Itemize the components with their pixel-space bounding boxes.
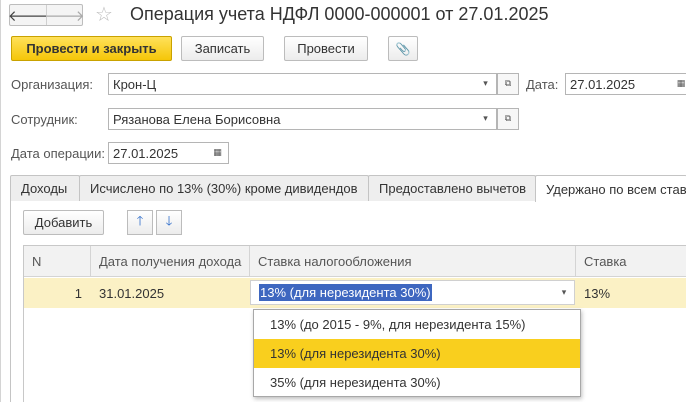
date-label: Дата: bbox=[526, 77, 559, 92]
operation-date-label: Дата операции: bbox=[11, 146, 105, 161]
employee-open-icon[interactable]: ⧉ bbox=[497, 108, 519, 130]
tab-withheld[interactable]: Удержано по всем ставкам bbox=[535, 175, 686, 202]
back-arrow-icon[interactable]: 🡐 bbox=[8, 5, 48, 25]
favorite-star-icon[interactable]: ☆ bbox=[95, 2, 113, 26]
operation-date-field[interactable]: 27.01.2025 bbox=[108, 142, 208, 164]
tax-rate-dropdown-icon[interactable]: ▾ bbox=[552, 280, 576, 305]
row-income-date[interactable]: 31.01.2025 bbox=[99, 278, 164, 308]
add-button[interactable]: Добавить bbox=[23, 210, 104, 235]
row-rate[interactable]: 13% bbox=[584, 278, 610, 308]
tab-income[interactable]: Доходы bbox=[10, 175, 80, 201]
operation-date-calendar-icon[interactable]: ▦ bbox=[207, 142, 229, 164]
dropdown-option[interactable]: 35% (для нерезидента 30%) bbox=[254, 368, 580, 397]
page-title: Операция учета НДФЛ 0000-000001 от 27.01… bbox=[130, 4, 549, 24]
employee-label: Сотрудник: bbox=[11, 112, 78, 127]
column-header-n[interactable]: N bbox=[24, 246, 91, 277]
move-down-icon[interactable]: 🡓 bbox=[156, 210, 182, 235]
tax-rate-type-value: 13% (для нерезидента 30%) bbox=[259, 284, 432, 301]
post-button[interactable]: Провести bbox=[284, 36, 368, 61]
tax-rate-dropdown-list: 13% (до 2015 - 9%, для нерезидента 15%) … bbox=[253, 309, 581, 397]
document-window: 🡐 🡒 ☆ Операция учета НДФЛ 0000-000001 от… bbox=[0, 0, 686, 402]
table-header: N Дата получения дохода Ставка налогообл… bbox=[24, 246, 686, 277]
tab-deductions[interactable]: Предоставлено вычетов bbox=[368, 175, 536, 201]
column-header-tax-rate-type[interactable]: Ставка налогообложения bbox=[250, 246, 576, 277]
organization-field[interactable]: Крон-Ц bbox=[108, 73, 476, 95]
post-and-close-button[interactable]: Провести и закрыть bbox=[11, 36, 172, 61]
save-button[interactable]: Записать bbox=[181, 36, 264, 61]
column-header-rate[interactable]: Ставка bbox=[576, 246, 686, 277]
organization-label: Организация: bbox=[11, 77, 94, 92]
navigation-group: 🡐 🡒 bbox=[8, 4, 85, 26]
forward-arrow-icon[interactable]: 🡒 bbox=[44, 5, 85, 25]
dropdown-option[interactable]: 13% (до 2015 - 9%, для нерезидента 15%) bbox=[254, 310, 580, 339]
date-field[interactable]: 27.01.2025 bbox=[565, 73, 677, 95]
attach-icon[interactable]: 📎 bbox=[388, 36, 418, 61]
move-up-icon[interactable]: 🡑 bbox=[127, 210, 153, 235]
tab-bar: Доходы Исчислено по 13% (30%) кроме диви… bbox=[10, 175, 686, 202]
dropdown-option-selected[interactable]: 13% (для нерезидента 30%) bbox=[254, 339, 580, 368]
organization-dropdown-icon[interactable]: ▾ bbox=[475, 73, 497, 95]
employee-field[interactable]: Рязанова Елена Борисовна bbox=[108, 108, 476, 130]
employee-dropdown-icon[interactable]: ▾ bbox=[475, 108, 497, 130]
row-number: 1 bbox=[74, 285, 82, 301]
tax-rate-type-editor[interactable]: 13% (для нерезидента 30%) bbox=[250, 280, 575, 305]
column-header-income-date[interactable]: Дата получения дохода bbox=[91, 246, 250, 277]
date-calendar-icon[interactable]: ▦ bbox=[676, 73, 686, 95]
organization-open-icon[interactable]: ⧉ bbox=[497, 73, 519, 95]
tab-calculated[interactable]: Исчислено по 13% (30%) кроме дивидендов bbox=[79, 175, 369, 201]
